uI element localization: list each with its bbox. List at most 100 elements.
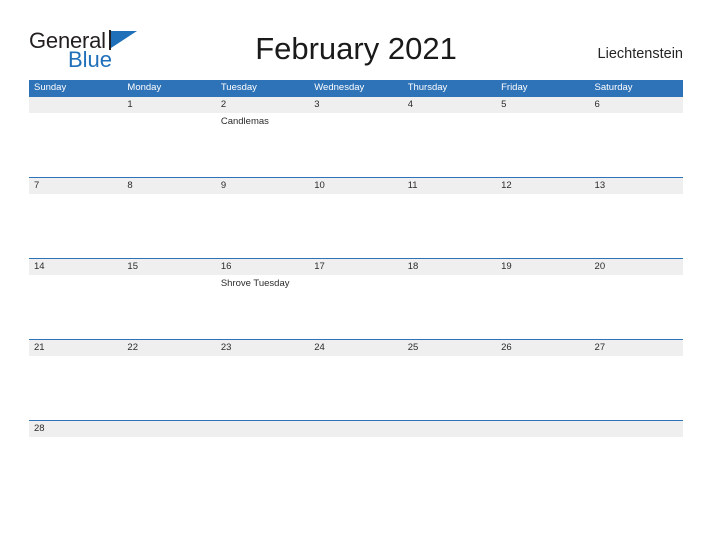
- day-number: 6: [594, 99, 600, 110]
- day-number: 18: [407, 261, 419, 272]
- day-event: [501, 194, 589, 196]
- day-event: [595, 113, 683, 115]
- day-cell[interactable]: [309, 421, 402, 501]
- day-number: [127, 421, 215, 437]
- day-number: 28: [34, 423, 45, 434]
- day-event: [408, 113, 496, 115]
- day-event: [34, 275, 122, 277]
- day-event: [221, 194, 309, 196]
- day-number: [314, 421, 402, 437]
- day-cell[interactable]: 15: [122, 259, 215, 339]
- day-cell[interactable]: 11: [403, 178, 496, 258]
- day-event: [595, 356, 683, 358]
- day-event: [127, 275, 215, 277]
- day-event: [314, 437, 402, 439]
- calendar-grid: Sunday Monday Tuesday Wednesday Thursday…: [29, 80, 683, 501]
- page-header: General Blue February 2021 Liechtenstein: [0, 0, 712, 80]
- day-cell[interactable]: 5: [496, 97, 589, 177]
- day-number: 17: [314, 261, 325, 272]
- day-cell[interactable]: 27: [590, 340, 683, 420]
- day-cell[interactable]: 25: [403, 340, 496, 420]
- day-cell[interactable]: [122, 421, 215, 501]
- day-number: 22: [127, 342, 138, 353]
- day-event: Candlemas: [220, 116, 269, 127]
- day-number: 2: [220, 99, 227, 110]
- day-cell[interactable]: 7: [29, 178, 122, 258]
- weekday-header-sunday: Sunday: [34, 82, 67, 93]
- day-cell[interactable]: 9: [216, 178, 309, 258]
- day-event: [221, 356, 309, 358]
- day-event: [408, 275, 496, 277]
- day-number: 7: [34, 180, 40, 191]
- day-event: [595, 194, 683, 196]
- day-cell[interactable]: [29, 97, 122, 177]
- day-number: 4: [407, 99, 413, 110]
- day-number: 16: [220, 261, 232, 272]
- day-cell[interactable]: [403, 421, 496, 501]
- day-number: [221, 421, 309, 437]
- week-row: 28: [29, 420, 683, 501]
- day-cell[interactable]: 19: [496, 259, 589, 339]
- weekday-header-row: Sunday Monday Tuesday Wednesday Thursday…: [29, 80, 683, 96]
- day-cell[interactable]: 20: [590, 259, 683, 339]
- day-number: 3: [314, 99, 320, 110]
- day-cell[interactable]: 23: [216, 340, 309, 420]
- day-cell[interactable]: 6: [590, 97, 683, 177]
- day-cell[interactable]: 21: [29, 340, 122, 420]
- day-event: [127, 437, 215, 439]
- day-cell[interactable]: 28: [29, 421, 122, 501]
- day-cell[interactable]: 17: [309, 259, 402, 339]
- day-cell[interactable]: 13: [590, 178, 683, 258]
- weekday-header-friday: Friday: [501, 82, 528, 93]
- day-number: [595, 421, 683, 437]
- day-cell[interactable]: 26: [496, 340, 589, 420]
- day-cell[interactable]: [496, 421, 589, 501]
- day-number: 11: [407, 180, 418, 191]
- week-row: 14 15 16 Shrove Tuesday 17 18 19 20: [29, 258, 683, 339]
- day-number: 13: [594, 180, 606, 191]
- day-event: [595, 275, 683, 277]
- day-number: 27: [594, 342, 606, 353]
- weekday-header-thursday: Thursday: [407, 82, 448, 93]
- day-cell[interactable]: 4: [403, 97, 496, 177]
- day-cell[interactable]: [590, 421, 683, 501]
- day-event: [314, 113, 402, 115]
- week-row: 21 22 23 24 25 26 27: [29, 339, 683, 420]
- day-cell[interactable]: 1: [122, 97, 215, 177]
- day-number: 23: [220, 342, 232, 353]
- day-event: [34, 194, 122, 196]
- day-cell[interactable]: 3: [309, 97, 402, 177]
- day-number: 25: [407, 342, 419, 353]
- day-number: 1: [127, 99, 133, 110]
- day-cell[interactable]: 22: [122, 340, 215, 420]
- day-number: 24: [314, 342, 325, 353]
- day-event: [314, 356, 402, 358]
- day-event: [501, 437, 589, 439]
- day-cell[interactable]: 10: [309, 178, 402, 258]
- day-cell[interactable]: 18: [403, 259, 496, 339]
- day-event: [408, 356, 496, 358]
- day-cell[interactable]: 24: [309, 340, 402, 420]
- day-cell[interactable]: 16 Shrove Tuesday: [216, 259, 309, 339]
- day-event: [34, 356, 122, 358]
- day-number: [408, 421, 496, 437]
- day-cell[interactable]: 14: [29, 259, 122, 339]
- day-number: 12: [501, 180, 512, 191]
- day-event: [501, 113, 589, 115]
- day-number: 5: [501, 99, 507, 110]
- day-event: [595, 437, 683, 439]
- day-number: 15: [127, 261, 138, 272]
- day-event: [127, 194, 215, 196]
- day-event: Shrove Tuesday: [220, 278, 290, 289]
- day-event: [34, 113, 122, 115]
- week-row: 7 8 9 10 11 12 13: [29, 177, 683, 258]
- day-cell[interactable]: 12: [496, 178, 589, 258]
- day-event: [314, 194, 402, 196]
- day-cell[interactable]: 8: [122, 178, 215, 258]
- day-event: [127, 113, 215, 115]
- day-cell[interactable]: 2 Candlemas: [216, 97, 309, 177]
- day-cell[interactable]: [216, 421, 309, 501]
- day-event: [127, 356, 215, 358]
- weekday-header-monday: Monday: [127, 82, 162, 93]
- weekday-header-tuesday: Tuesday: [220, 82, 257, 93]
